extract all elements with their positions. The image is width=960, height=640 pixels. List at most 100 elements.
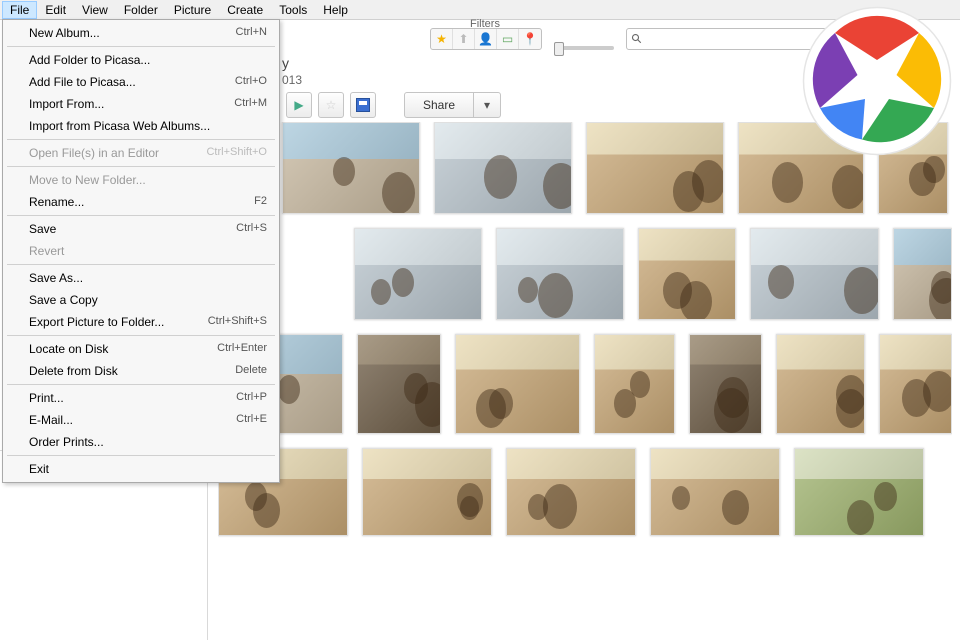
- menu-item-label: Order Prints...: [29, 435, 104, 449]
- menu-item-shortcut: Delete: [235, 364, 267, 378]
- menu-item-label: Print...: [29, 391, 64, 405]
- photo-thumbnail[interactable]: [794, 448, 924, 536]
- photo-thumbnail[interactable]: [776, 334, 865, 434]
- menu-tools[interactable]: Tools: [271, 1, 315, 19]
- menu-help[interactable]: Help: [315, 1, 356, 19]
- menu-item-e-mail[interactable]: E-Mail... Ctrl+E: [3, 409, 279, 431]
- save-button[interactable]: [350, 92, 376, 118]
- menu-item-print[interactable]: Print... Ctrl+P: [3, 387, 279, 409]
- menu-create[interactable]: Create: [219, 1, 271, 19]
- menu-item-shortcut: Ctrl+E: [236, 413, 267, 427]
- share-button[interactable]: Share ▾: [404, 92, 501, 118]
- menu-item-locate-on-disk[interactable]: Locate on DiskCtrl+Enter: [3, 338, 279, 360]
- menu-item-shortcut: Ctrl+M: [234, 97, 267, 111]
- menu-item-revert: Revert: [3, 240, 279, 262]
- filter-person-icon[interactable]: 👤: [475, 29, 497, 49]
- album-title-fragment: y: [282, 55, 289, 71]
- menu-item-label: Rename...: [29, 195, 84, 209]
- thumbnail-size-slider[interactable]: [554, 46, 614, 50]
- filter-tag-icon[interactable]: ▭: [497, 29, 519, 49]
- menu-item-delete-from-disk[interactable]: Delete from Disk Delete: [3, 360, 279, 382]
- photo-thumbnail[interactable]: [586, 122, 724, 214]
- menu-item-label: Move to New Folder...: [29, 173, 146, 187]
- menu-item-import-from-picasa-web-albums[interactable]: Import from Picasa Web Albums...: [3, 115, 279, 137]
- photo-thumbnail[interactable]: [879, 334, 952, 434]
- thumbnail-row: [218, 334, 952, 434]
- menu-item-add-folder-to-picasa[interactable]: Add Folder to Picasa...: [3, 49, 279, 71]
- menu-item-label: Save a Copy: [29, 293, 98, 307]
- menu-item-shortcut: Ctrl+S: [236, 222, 267, 236]
- menu-item-shortcut: Ctrl+P: [236, 391, 267, 405]
- menu-item-label: Add File to Picasa...: [29, 75, 136, 89]
- menu-separator: [7, 335, 275, 336]
- photo-thumbnail[interactable]: [362, 448, 492, 536]
- menu-separator: [7, 215, 275, 216]
- photo-thumbnail[interactable]: [594, 334, 675, 434]
- menu-item-shortcut: Ctrl+Shift+S: [208, 315, 267, 329]
- photo-thumbnail[interactable]: [357, 334, 441, 434]
- menu-item-shortcut: Ctrl+O: [235, 75, 267, 89]
- photo-thumbnail[interactable]: [638, 228, 736, 320]
- filters-box: ★ ⬆ 👤 ▭ 📍: [430, 28, 542, 50]
- filter-upload-icon[interactable]: ⬆: [453, 29, 475, 49]
- menu-item-exit[interactable]: Exit: [3, 458, 279, 480]
- menu-file[interactable]: File: [2, 1, 37, 19]
- menu-item-export-picture-to-folder[interactable]: Export Picture to Folder... Ctrl+Shift+S: [3, 311, 279, 333]
- filter-pin-icon[interactable]: 📍: [519, 29, 541, 49]
- menu-item-label: Delete from Disk: [29, 364, 118, 378]
- menu-separator: [7, 166, 275, 167]
- menu-item-move-to-new-folder: Move to New Folder...: [3, 169, 279, 191]
- chevron-down-icon[interactable]: ▾: [474, 98, 500, 112]
- photo-thumbnail[interactable]: [689, 334, 762, 434]
- star-button[interactable]: ☆: [318, 92, 344, 118]
- menu-item-label: Import From...: [29, 97, 104, 111]
- filter-star-icon[interactable]: ★: [431, 29, 453, 49]
- menu-item-label: Locate on Disk: [29, 342, 108, 356]
- file-menu-dropdown: New Album...Ctrl+N Add Folder to Picasa..…: [2, 19, 280, 483]
- menu-item-label: E-Mail...: [29, 413, 73, 427]
- picasa-logo: [802, 6, 952, 156]
- menu-item-save[interactable]: Save Ctrl+S: [3, 218, 279, 240]
- menu-item-add-file-to-picasa[interactable]: Add File to Picasa... Ctrl+O: [3, 71, 279, 93]
- photo-thumbnail[interactable]: [354, 228, 482, 320]
- thumbnail-grid: [218, 122, 952, 640]
- menu-separator: [7, 455, 275, 456]
- menu-separator: [7, 264, 275, 265]
- photo-thumbnail[interactable]: [750, 228, 878, 320]
- menu-item-label: New Album...: [29, 26, 100, 40]
- photo-thumbnail[interactable]: [893, 228, 952, 320]
- photo-thumbnail[interactable]: [434, 122, 572, 214]
- menu-separator: [7, 46, 275, 47]
- menu-separator: [7, 384, 275, 385]
- album-action-row: ▶ ☆ Share ▾: [286, 92, 501, 118]
- menu-item-save-as[interactable]: Save As...: [3, 267, 279, 289]
- search-icon: [631, 33, 643, 45]
- menu-item-import-from[interactable]: Import From... Ctrl+M: [3, 93, 279, 115]
- album-header: y 013: [282, 55, 302, 87]
- thumbnail-row: [354, 228, 952, 320]
- menu-item-label: Export Picture to Folder...: [29, 315, 164, 329]
- menu-item-open-file-s-in-an-editor: Open File(s) in an Editor Ctrl+Shift+O: [3, 142, 279, 164]
- album-year-fragment: 013: [282, 73, 302, 87]
- photo-thumbnail[interactable]: [282, 122, 420, 214]
- save-icon: [356, 98, 370, 112]
- menu-item-rename[interactable]: Rename...F2: [3, 191, 279, 213]
- photo-thumbnail[interactable]: [506, 448, 636, 536]
- menu-view[interactable]: View: [74, 1, 116, 19]
- menu-folder[interactable]: Folder: [116, 1, 166, 19]
- menu-item-order-prints[interactable]: Order Prints...: [3, 431, 279, 453]
- menu-picture[interactable]: Picture: [166, 1, 219, 19]
- menu-item-label: Open File(s) in an Editor: [29, 146, 159, 160]
- photo-thumbnail[interactable]: [455, 334, 580, 434]
- photo-thumbnail[interactable]: [650, 448, 780, 536]
- menu-item-new-album[interactable]: New Album...Ctrl+N: [3, 22, 279, 44]
- play-slideshow-button[interactable]: ▶: [286, 92, 312, 118]
- menu-item-label: Revert: [29, 244, 64, 258]
- menu-separator: [7, 139, 275, 140]
- menu-item-label: Save: [29, 222, 56, 236]
- photo-thumbnail[interactable]: [496, 228, 624, 320]
- menu-item-save-a-copy[interactable]: Save a Copy: [3, 289, 279, 311]
- menu-edit[interactable]: Edit: [37, 1, 74, 19]
- menu-item-shortcut: Ctrl+Shift+O: [206, 146, 267, 160]
- menu-item-label: Add Folder to Picasa...: [29, 53, 150, 67]
